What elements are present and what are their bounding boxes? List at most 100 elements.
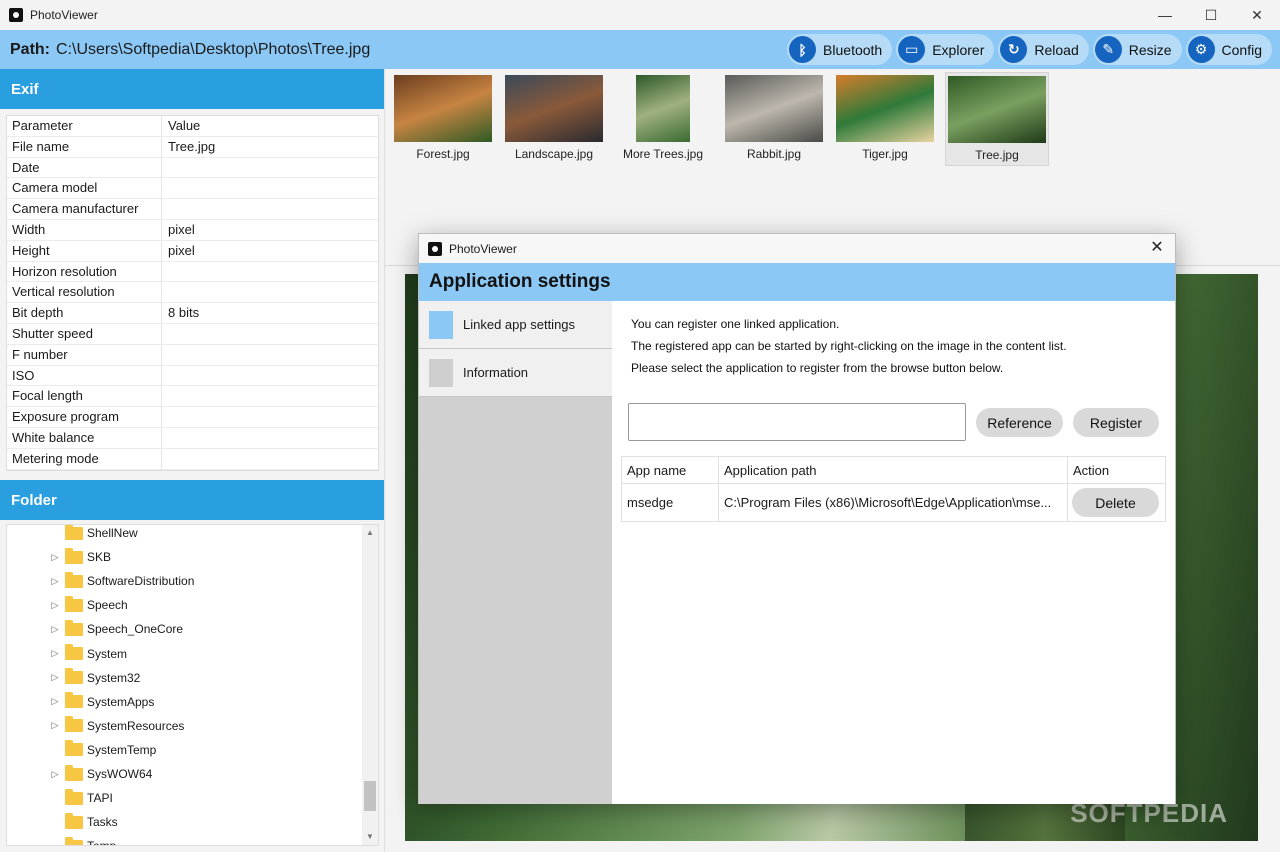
settings-menu-item[interactable]: Linked app settings [419, 301, 612, 349]
folder-name: System [87, 646, 128, 661]
thumbnail-image[interactable] [836, 75, 934, 142]
register-button[interactable]: Register [1073, 408, 1159, 437]
thumbnail-item[interactable]: Forest.jpg [391, 72, 495, 166]
folder-icon [65, 716, 83, 733]
folder-tree-item[interactable]: ShellNew [49, 525, 138, 545]
linked-app-panel: You can register one linked application.… [612, 301, 1175, 804]
thumbnail-image[interactable] [636, 75, 690, 142]
thumbnail-item[interactable]: Tiger.jpg [833, 72, 937, 166]
expand-arrow-icon[interactable]: ▷ [49, 552, 61, 563]
settings-menu-item[interactable]: Information [419, 349, 612, 397]
minimize-button[interactable]: — [1142, 0, 1188, 30]
column-header-app-name[interactable]: App name [622, 457, 719, 483]
folder-tree-item[interactable]: ▷ SoftwareDistribution [49, 569, 194, 593]
dialog-title-bar: PhotoViewer ✕ [419, 234, 1175, 263]
exif-value [162, 199, 378, 219]
exif-row[interactable]: Bit depth 8 bits [7, 303, 378, 324]
folder-tree-item[interactable]: ▷ SystemApps [49, 690, 154, 714]
exif-row[interactable]: Horizon resolution [7, 261, 378, 283]
thumbnail-item[interactable]: Landscape.jpg [502, 72, 606, 166]
folder-tree-item[interactable]: Temp [49, 834, 116, 845]
app-path-input[interactable] [628, 403, 966, 441]
folder-tree-item[interactable]: TAPI [49, 786, 113, 810]
folder-tree-item[interactable]: Tasks [49, 810, 118, 834]
scroll-down-arrow-icon[interactable]: ▼ [362, 829, 378, 845]
expand-arrow-icon[interactable]: ▷ [49, 696, 61, 707]
exif-row[interactable]: Vertical resolution [7, 282, 378, 304]
thumbnail-image[interactable] [725, 75, 823, 142]
exif-row[interactable]: Height pixel [7, 240, 378, 262]
dialog-close-button[interactable]: ✕ [1147, 238, 1167, 258]
column-header-application-path[interactable]: Application path [719, 457, 1068, 483]
exif-row[interactable]: Metering mode [7, 448, 378, 470]
explorer-button[interactable]: ▭ Explorer [896, 34, 995, 65]
resize-button[interactable]: ✎ Resize [1092, 34, 1182, 65]
exif-value [162, 282, 378, 302]
folder-icon [65, 525, 83, 540]
expand-arrow-icon[interactable]: ▷ [49, 720, 61, 731]
scroll-up-arrow-icon[interactable]: ▲ [362, 525, 378, 541]
exif-row[interactable]: Camera manufacturer [7, 199, 378, 220]
exif-parameter: Camera manufacturer [7, 199, 162, 219]
folder-name: Temp [87, 839, 116, 845]
thumbnail-item[interactable]: Rabbit.jpg [722, 72, 826, 166]
config-button[interactable]: ⚙ Config [1185, 34, 1272, 65]
exif-table-header: Parameter Value [7, 116, 378, 137]
thumbnail-image[interactable] [948, 76, 1046, 143]
exif-row[interactable]: Date [7, 157, 378, 179]
tree-scrollbar[interactable]: ▲ ▼ [362, 525, 378, 845]
exif-value [162, 158, 378, 178]
close-button[interactable]: ✕ [1234, 0, 1280, 30]
reference-button[interactable]: Reference [976, 408, 1063, 437]
thumbnail-image[interactable] [394, 75, 492, 142]
exif-row[interactable]: Focal length [7, 386, 378, 408]
exif-row[interactable]: Camera model [7, 178, 378, 200]
expand-arrow-icon[interactable]: ▷ [49, 600, 61, 611]
folder-tree-item[interactable]: ▷ System32 [49, 666, 140, 690]
expand-arrow-icon[interactable]: ▷ [49, 769, 61, 780]
folder-tree-item[interactable]: ▷ System [49, 642, 127, 666]
thumbnail-caption: Tiger.jpg [862, 147, 908, 161]
exif-row[interactable]: Exposure program [7, 407, 378, 428]
exif-parameter: Focal length [7, 386, 162, 407]
application-path-cell: C:\Program Files (x86)\Microsoft\Edge\Ap… [719, 484, 1068, 521]
folder-name: SystemApps [87, 694, 155, 709]
thumbnail-image[interactable] [505, 75, 603, 142]
exif-value [162, 386, 378, 406]
expand-arrow-icon[interactable]: ▷ [49, 576, 61, 587]
folder-tree[interactable]: Temp Tasks TAPI ▷ SysWOW64 SystemTemp ▷ SystemR… [6, 524, 379, 846]
folder-icon [65, 595, 83, 612]
folder-icon [65, 547, 83, 564]
delete-button[interactable]: Delete [1072, 488, 1159, 517]
folder-icon: ▭ [898, 36, 926, 63]
bluetooth-button[interactable]: ᛒ Bluetooth [787, 34, 893, 65]
folder-icon [65, 619, 83, 636]
exif-row[interactable]: Shutter speed [7, 323, 378, 345]
folder-tree-item[interactable]: ▷ Speech_OneCore [49, 617, 183, 641]
expand-arrow-icon[interactable]: ▷ [49, 648, 61, 659]
expand-arrow-icon[interactable]: ▷ [49, 624, 61, 635]
folder-tree-item[interactable]: ▷ Speech [49, 593, 128, 617]
exif-row[interactable]: White balance [7, 427, 378, 449]
exif-parameter: Bit depth [7, 303, 162, 323]
maximize-button[interactable]: ☐ [1188, 0, 1234, 30]
column-header-action[interactable]: Action [1068, 457, 1165, 483]
folder-tree-item[interactable]: ▷ SKB [49, 545, 111, 569]
expand-arrow-icon[interactable]: ▷ [49, 672, 61, 683]
folder-icon [65, 812, 83, 829]
exif-row[interactable]: Width pixel [7, 219, 378, 241]
exif-row[interactable]: ISO [7, 365, 378, 387]
folder-tree-item[interactable]: ▷ SystemResources [49, 714, 184, 738]
camera-app-icon [428, 241, 442, 256]
column-header-parameter[interactable]: Parameter [7, 116, 162, 136]
folder-name: SystemTemp [87, 742, 157, 757]
reload-button[interactable]: ↻ Reload [998, 34, 1089, 65]
scroll-thumb[interactable] [364, 781, 376, 811]
folder-tree-item[interactable]: SystemTemp [49, 738, 156, 762]
exif-row[interactable]: F number [7, 344, 378, 366]
folder-tree-item[interactable]: ▷ SysWOW64 [49, 762, 152, 786]
exif-row[interactable]: File name Tree.jpg [7, 136, 378, 158]
thumbnail-item[interactable]: More Trees.jpg [611, 72, 715, 166]
column-header-value[interactable]: Value [162, 116, 378, 136]
thumbnail-item[interactable]: Tree.jpg [945, 72, 1049, 166]
